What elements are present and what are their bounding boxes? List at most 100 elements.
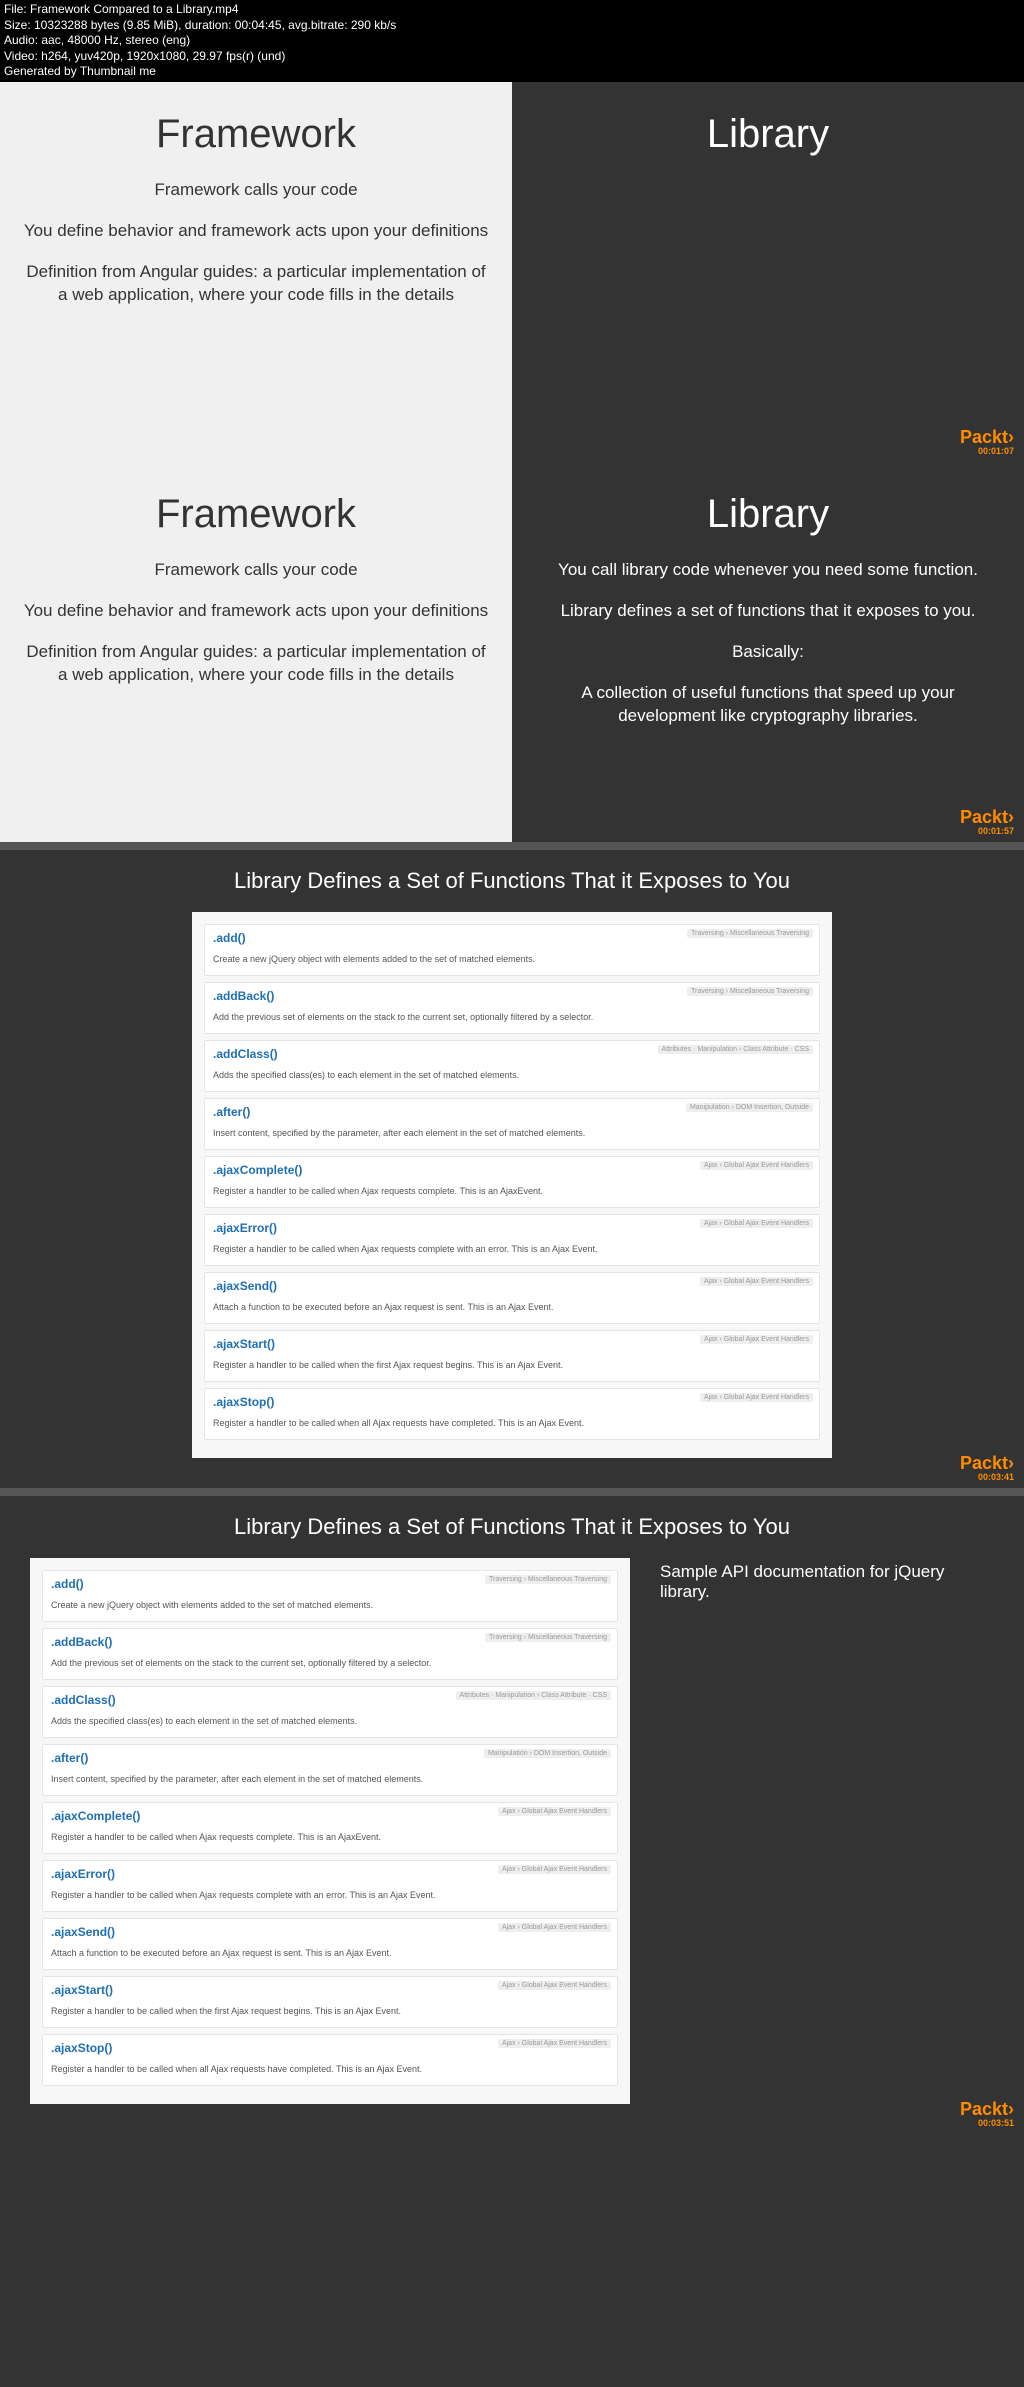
api-item: Attributes · Manipulation › Class Attrib… [42,1686,618,1738]
api-doc-panel: Traversing › Miscellaneous Traversing.ad… [192,912,832,1458]
api-tags: Ajax › Global Ajax Event Handlers [700,1277,813,1286]
api-tags: Ajax › Global Ajax Event Handlers [700,1219,813,1228]
brand-logo: Packt› 00:01:07 [960,427,1014,456]
meta-audio: Audio: aac, 48000 Hz, stereo (eng) [4,33,1020,49]
api-item: Ajax › Global Ajax Event Handlers.ajaxCo… [42,1802,618,1854]
brand-logo: Packt› 00:03:51 [960,2099,1014,2128]
api-tags: Ajax › Global Ajax Event Handlers [498,1865,611,1874]
api-method-desc: Attach a function to be executed before … [213,1302,554,1312]
api-tags: Manipulation › DOM Insertion, Outside [686,1103,813,1112]
framework-column: Framework Framework calls your code You … [0,82,512,462]
timestamp: 00:03:41 [960,1472,1014,1482]
library-column: Library [512,82,1024,462]
brand-logo: Packt› 00:01:57 [960,807,1014,836]
framework-heading: Framework [20,492,492,537]
api-tags: Attributes · Manipulation › Class Attrib… [456,1691,611,1700]
api-tags: Ajax › Global Ajax Event Handlers [700,1335,813,1344]
slide-4: Library Defines a Set of Functions That … [0,1496,1024,2134]
api-method-desc: Add the previous set of elements on the … [51,1658,431,1668]
api-method-desc: Attach a function to be executed before … [51,1948,392,1958]
api-item: Ajax › Global Ajax Event Handlers.ajaxEr… [204,1214,820,1266]
api-item: Manipulation › DOM Insertion, Outside.af… [204,1098,820,1150]
meta-file: File: Framework Compared to a Library.mp… [4,2,1020,18]
api-tags: Traversing › Miscellaneous Traversing [485,1633,611,1642]
slide-title: Library Defines a Set of Functions That … [30,868,994,894]
api-method-desc: Add the previous set of elements on the … [213,1012,593,1022]
brand-text: Packt› [960,2099,1014,2119]
api-tags: Ajax › Global Ajax Event Handlers [700,1161,813,1170]
api-method-desc: Create a new jQuery object with elements… [51,1600,373,1610]
framework-p1: Framework calls your code [20,559,492,582]
library-heading: Library [532,112,1004,157]
api-item: Ajax › Global Ajax Event Handlers.ajaxSt… [204,1388,820,1440]
api-tags: Ajax › Global Ajax Event Handlers [498,2039,611,2048]
api-tags: Traversing › Miscellaneous Traversing [687,929,813,938]
api-method-desc: Register a handler to be called when all… [51,2064,422,2074]
timestamp: 00:01:57 [960,826,1014,836]
api-tags: Ajax › Global Ajax Event Handlers [498,1981,611,1990]
api-tags: Traversing › Miscellaneous Traversing [485,1575,611,1584]
api-method-desc: Adds the specified class(es) to each ele… [51,1716,357,1726]
divider [0,1488,1024,1496]
api-method-desc: Insert content, specified by the paramet… [213,1128,585,1138]
api-item: Ajax › Global Ajax Event Handlers.ajaxSt… [42,1976,618,2028]
api-method-desc: Register a handler to be called when the… [51,2006,401,2016]
api-item: Ajax › Global Ajax Event Handlers.ajaxEr… [42,1860,618,1912]
api-item: Ajax › Global Ajax Event Handlers.ajaxSt… [42,2034,618,2086]
api-item: Attributes · Manipulation › Class Attrib… [204,1040,820,1092]
framework-p1: Framework calls your code [20,179,492,202]
meta-video: Video: h264, yuv420p, 1920x1080, 29.97 f… [4,49,1020,65]
library-p3: Basically: [532,641,1004,664]
api-tags: Manipulation › DOM Insertion, Outside [484,1749,611,1758]
api-item: Traversing › Miscellaneous Traversing.ad… [204,924,820,976]
api-method-desc: Register a handler to be called when all… [213,1418,584,1428]
library-column: Library You call library code whenever y… [512,462,1024,842]
library-heading: Library [532,492,1004,537]
brand-logo: Packt› 00:03:41 [960,1453,1014,1482]
slide-title: Library Defines a Set of Functions That … [30,1514,994,1540]
api-method-desc: Adds the specified class(es) to each ele… [213,1070,519,1080]
api-item: Traversing › Miscellaneous Traversing.ad… [42,1628,618,1680]
api-item: Manipulation › DOM Insertion, Outside.af… [42,1744,618,1796]
slide-2: Framework Framework calls your code You … [0,462,1024,842]
file-metadata: File: Framework Compared to a Library.mp… [0,0,1024,82]
meta-generator: Generated by Thumbnail me [4,64,1020,80]
library-p4: A collection of useful functions that sp… [532,682,1004,728]
brand-text: Packt› [960,427,1014,447]
brand-text: Packt› [960,807,1014,827]
meta-size: Size: 10323288 bytes (9.85 MiB), duratio… [4,18,1020,34]
framework-p3: Definition from Angular guides: a partic… [20,641,492,687]
api-tags: Ajax › Global Ajax Event Handlers [700,1393,813,1402]
brand-text: Packt› [960,1453,1014,1473]
api-method-desc: Insert content, specified by the paramet… [51,1774,423,1784]
divider [0,842,1024,850]
api-item: Ajax › Global Ajax Event Handlers.ajaxSe… [42,1918,618,1970]
framework-column: Framework Framework calls your code You … [0,462,512,842]
framework-p3: Definition from Angular guides: a partic… [20,261,492,307]
framework-p2: You define behavior and framework acts u… [20,220,492,243]
api-doc-panel: Traversing › Miscellaneous Traversing.ad… [30,1558,630,2104]
framework-p2: You define behavior and framework acts u… [20,600,492,623]
api-tags: Traversing › Miscellaneous Traversing [687,987,813,996]
api-item: Ajax › Global Ajax Event Handlers.ajaxSt… [204,1330,820,1382]
api-tags: Ajax › Global Ajax Event Handlers [498,1807,611,1816]
api-method-desc: Register a handler to be called when the… [213,1360,563,1370]
api-method-desc: Register a handler to be called when Aja… [213,1244,598,1254]
api-item: Traversing › Miscellaneous Traversing.ad… [42,1570,618,1622]
slide-3: Library Defines a Set of Functions That … [0,850,1024,1488]
api-item: Ajax › Global Ajax Event Handlers.ajaxSe… [204,1272,820,1324]
timestamp: 00:01:07 [960,446,1014,456]
api-item: Ajax › Global Ajax Event Handlers.ajaxCo… [204,1156,820,1208]
api-tags: Attributes · Manipulation › Class Attrib… [658,1045,813,1054]
side-caption: Sample API documentation for jQuery libr… [660,1558,994,1602]
library-p1: You call library code whenever you need … [532,559,1004,582]
api-tags: Ajax › Global Ajax Event Handlers [498,1923,611,1932]
library-p2: Library defines a set of functions that … [532,600,1004,623]
api-method-desc: Register a handler to be called when Aja… [51,1890,436,1900]
timestamp: 00:03:51 [960,2118,1014,2128]
api-item: Traversing › Miscellaneous Traversing.ad… [204,982,820,1034]
api-method-desc: Create a new jQuery object with elements… [213,954,535,964]
api-method-desc: Register a handler to be called when Aja… [51,1832,381,1842]
slide-1: Framework Framework calls your code You … [0,82,1024,462]
api-method-desc: Register a handler to be called when Aja… [213,1186,543,1196]
